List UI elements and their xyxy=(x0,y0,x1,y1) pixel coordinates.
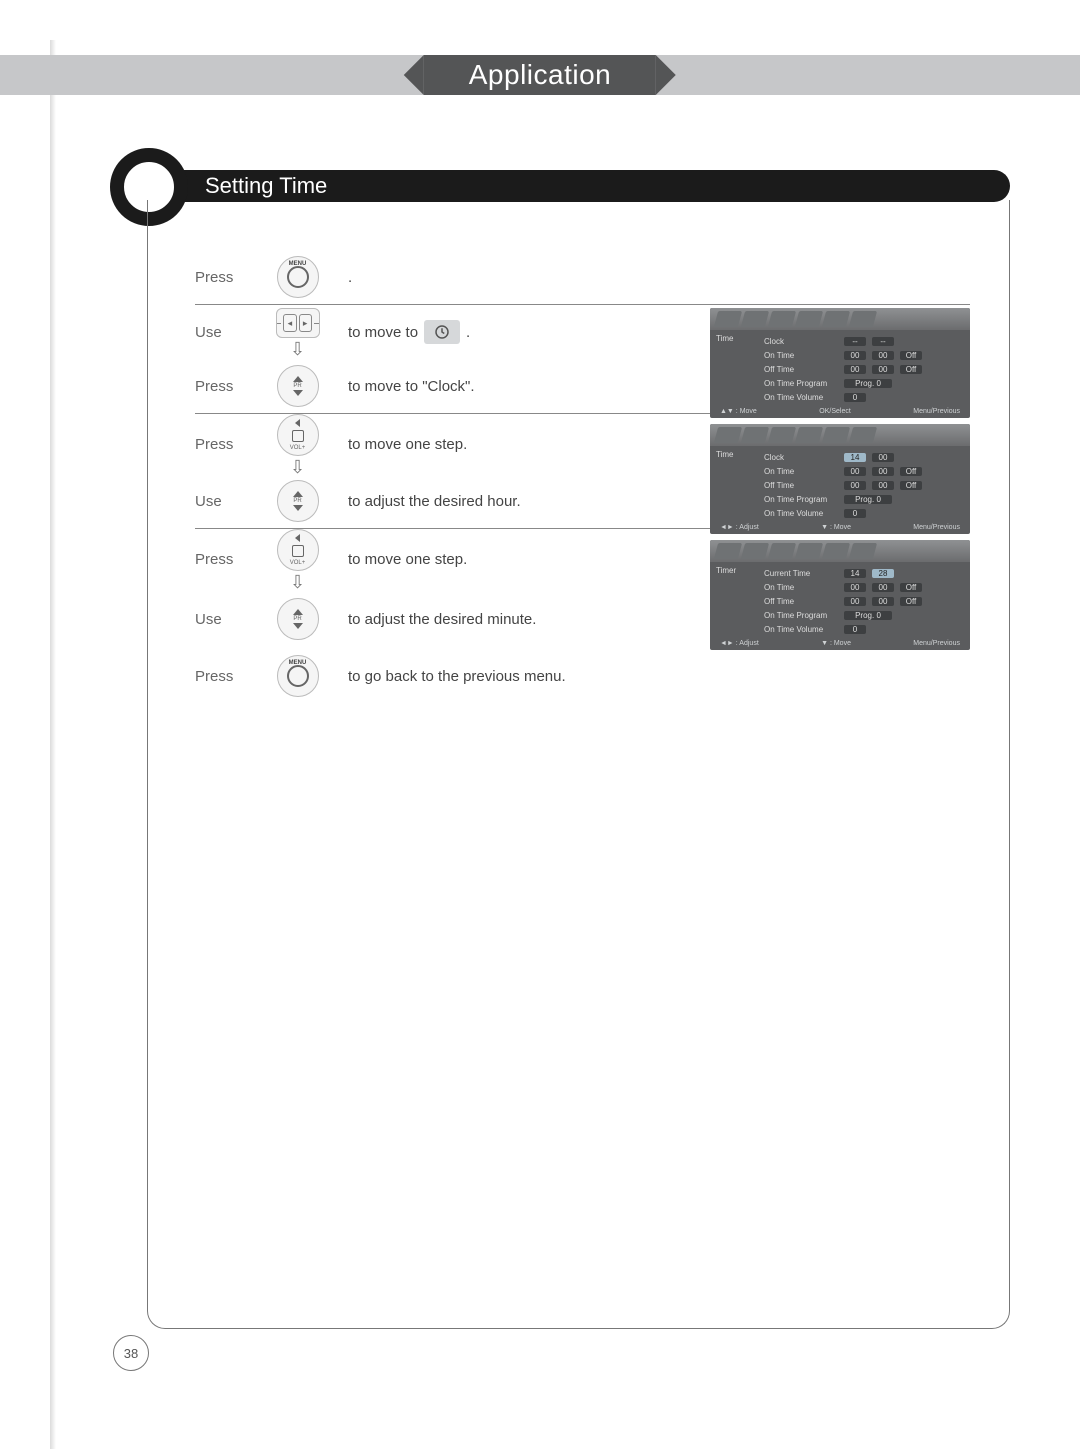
step-row: Press . xyxy=(195,250,970,305)
osd-side-label: Time xyxy=(716,334,760,343)
step-text: . xyxy=(466,324,470,341)
manual-page: Application Setting Time Press . Use ◂▸ … xyxy=(0,0,1080,1449)
step-verb: Press xyxy=(195,436,265,453)
page-number: 38 xyxy=(113,1335,149,1371)
step-text: to move to xyxy=(348,324,418,341)
step-row: Press to go back to the previous menu. xyxy=(195,649,970,703)
header-title: Application xyxy=(469,59,611,91)
menu-button-icon xyxy=(277,655,319,697)
section-title: Setting Time xyxy=(205,173,327,199)
step-verb: Use xyxy=(195,493,265,510)
step-verb: Use xyxy=(195,324,265,341)
step-verb: Press xyxy=(195,668,265,685)
instruction-steps: Press . Use ◂▸ ⇩ to move to . Press xyxy=(195,250,970,703)
pr-button-icon: PR xyxy=(277,480,319,522)
step-text: to move one step. xyxy=(348,436,467,453)
osd-screenshot: Time Clock1400 On Time0000Off Off Time00… xyxy=(710,424,970,534)
header-ribbon: Application xyxy=(424,55,656,95)
down-arrow-icon: ⇩ xyxy=(290,342,305,356)
step-verb: Press xyxy=(195,269,265,286)
menu-button-icon xyxy=(277,256,319,298)
step-text: . xyxy=(348,269,352,286)
step-text: to adjust the desired minute. xyxy=(348,611,536,628)
down-arrow-icon: ⇩ xyxy=(290,460,305,474)
time-tab-icon xyxy=(424,320,460,344)
ok-button-icon: VOL+ xyxy=(277,414,319,456)
osd-screenshot: Timer Current Time1428 On Time0000Off Of… xyxy=(710,540,970,650)
pr-button-icon: PR xyxy=(277,365,319,407)
step-verb: Press xyxy=(195,551,265,568)
pr-button-icon: PR xyxy=(277,598,319,640)
step-verb: Press xyxy=(195,378,265,395)
volume-button-icon: ◂▸ xyxy=(276,308,320,338)
osd-screenshot: Time Clock---- On Time0000Off Off Time00… xyxy=(710,308,970,418)
step-text: to move one step. xyxy=(348,551,467,568)
step-text: to go back to the previous menu. xyxy=(348,668,566,685)
step-verb: Use xyxy=(195,611,265,628)
section-bar: Setting Time xyxy=(145,170,1010,202)
page-spine-shadow xyxy=(50,40,56,1449)
down-arrow-icon: ⇩ xyxy=(290,575,305,589)
ok-button-icon: VOL+ xyxy=(277,529,319,571)
osd-preview-column: Time Clock---- On Time0000Off Off Time00… xyxy=(710,308,970,656)
step-text: to move to "Clock". xyxy=(348,378,475,395)
step-text: to adjust the desired hour. xyxy=(348,493,521,510)
